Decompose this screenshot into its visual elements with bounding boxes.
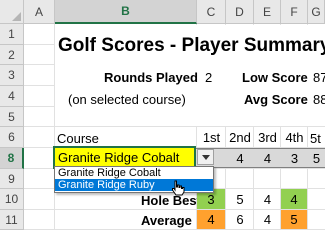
row-header-9[interactable]: 9 xyxy=(0,169,24,189)
row-header-10[interactable]: 10 xyxy=(0,189,24,210)
low-score-value: 87 xyxy=(313,70,325,85)
column-header-b[interactable]: B xyxy=(55,0,197,24)
low-score-label: Low Score xyxy=(242,70,308,85)
average-value: 6 xyxy=(236,212,244,227)
spreadsheet: A B C D E F G 1 2 3 4 5 6 7 8 9 10 11 Go… xyxy=(0,0,325,230)
row-header-8[interactable]: 8 xyxy=(0,148,24,169)
hole-header-4: 4th xyxy=(285,130,304,145)
average-value: 5 xyxy=(281,210,307,229)
par-value: 5 xyxy=(312,150,321,166)
rounds-played-label: Rounds Played xyxy=(104,70,198,85)
average-value: 4 xyxy=(263,212,272,227)
hole-header-1: 1st xyxy=(202,130,221,145)
course-header: Course xyxy=(57,131,99,146)
par-value: 4 xyxy=(263,150,272,166)
course-select-value: Granite Ridge Cobalt xyxy=(58,150,180,165)
column-header-a[interactable]: A xyxy=(24,0,55,24)
hole-header-2: 2nd xyxy=(229,130,251,145)
column-header-c[interactable]: C xyxy=(197,0,226,24)
average-label: Average xyxy=(141,213,192,228)
par-value: 3 xyxy=(290,150,299,166)
hand-cursor-icon xyxy=(172,180,185,196)
row-header-11[interactable]: 11 xyxy=(0,210,24,230)
par-value: 4 xyxy=(236,150,244,166)
column-header-e[interactable]: E xyxy=(254,0,281,24)
course-dropdown-list[interactable]: Granite Ridge Cobalt Granite Ridge Ruby xyxy=(54,166,214,193)
rounds-played-value: 2 xyxy=(205,70,213,85)
row-header-2[interactable]: 2 xyxy=(0,45,24,65)
avg-score-label: Avg Score xyxy=(244,92,308,107)
dropdown-option-ruby[interactable]: Granite Ridge Ruby xyxy=(55,179,213,191)
column-header-d[interactable]: D xyxy=(226,0,254,24)
dropdown-option-cobalt[interactable]: Granite Ridge Cobalt xyxy=(55,167,213,179)
hole-header-5: 5t xyxy=(310,131,321,146)
column-header-g[interactable]: G xyxy=(308,0,325,24)
row-header-3[interactable]: 3 xyxy=(0,65,24,86)
hole-header-3: 3rd xyxy=(258,130,277,145)
chevron-down-icon xyxy=(201,154,210,160)
selected-course-note: (on selected course) xyxy=(68,92,186,107)
hole-best-value: 4 xyxy=(281,189,307,209)
gridline xyxy=(24,229,325,230)
dropdown-arrow-button[interactable] xyxy=(197,149,214,165)
avg-score-value: 88 xyxy=(313,92,325,107)
row-header-5[interactable]: 5 xyxy=(0,107,24,127)
hole-best-value: 5 xyxy=(236,191,244,207)
column-header-f[interactable]: F xyxy=(281,0,308,24)
row-header-4[interactable]: 4 xyxy=(0,86,24,107)
hole-best-value: 4 xyxy=(263,191,272,207)
row-header-6[interactable]: 6 xyxy=(0,127,24,148)
page-title: Golf Scores - Player Summary xyxy=(58,35,325,56)
row-header-1[interactable]: 1 xyxy=(0,24,24,45)
select-all-corner[interactable] xyxy=(0,0,24,24)
average-value: 4 xyxy=(197,210,225,229)
